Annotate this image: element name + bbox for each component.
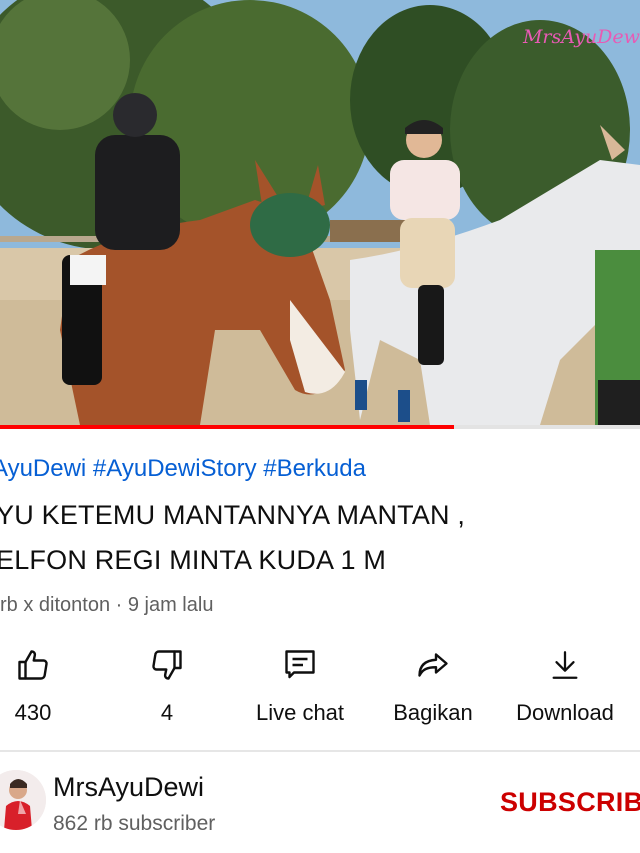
avatar-image — [0, 770, 46, 830]
share-icon — [418, 653, 448, 677]
video-progress-fill — [0, 425, 455, 429]
video-watermark: MrsAyuDewi — [522, 26, 640, 48]
like-count: 430 — [14, 700, 52, 725]
action-bar: 430 4 Live chat Bagikan Download — [0, 640, 640, 730]
video-meta[interactable]: rb x ditonton · 9 jam lalu — [0, 594, 213, 617]
subscribe-button[interactable]: SUBSCRIBE — [500, 787, 640, 818]
subscriber-count: 862 rb subscriber — [53, 812, 216, 835]
channel-row[interactable]: MrsAyuDewi 862 rb subscriber SUBSCRIBE — [0, 754, 640, 853]
video-player[interactable]: MrsAyuDewi — [0, 0, 640, 425]
video-hashtags[interactable]: AyuDewi #AyuDewiStory #Berkuda — [0, 455, 366, 483]
channel-name[interactable]: MrsAyuDewi — [53, 772, 204, 803]
thumbs-up-icon — [18, 650, 48, 680]
share-button[interactable]: Bagikan — [378, 640, 488, 730]
share-label: Bagikan — [393, 700, 473, 725]
video-title-line-1: YU KETEMU MANTANNYA MANTAN , — [0, 500, 466, 530]
like-button[interactable]: 430 — [0, 640, 88, 730]
dislike-count: 4 — [160, 700, 174, 725]
live-chat-icon — [285, 650, 315, 679]
video-frame — [0, 0, 640, 425]
live-chat-button[interactable]: Live chat — [245, 640, 355, 730]
channel-avatar[interactable] — [0, 770, 46, 830]
video-progress-bar[interactable] — [0, 425, 640, 429]
live-chat-label: Live chat — [255, 700, 345, 725]
section-divider — [0, 750, 640, 752]
video-title-line-2: ELFON REGI MINTA KUDA 1 M — [0, 545, 387, 575]
thumbs-down-icon — [152, 650, 182, 680]
download-icon — [552, 651, 578, 679]
download-button[interactable]: Download — [510, 640, 620, 730]
download-label: Download — [516, 700, 614, 725]
dislike-button[interactable]: 4 — [112, 640, 222, 730]
